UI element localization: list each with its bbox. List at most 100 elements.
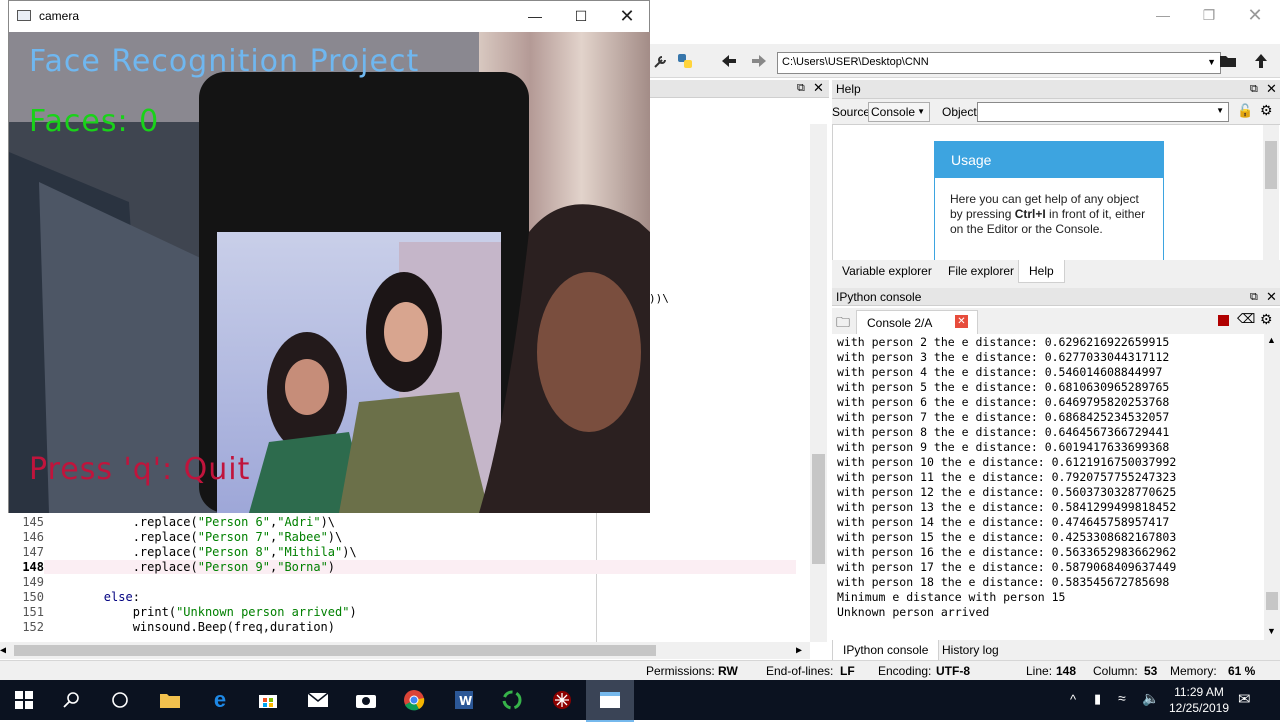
- console-line: with person 15 the e distance: 0.4253308…: [837, 530, 1177, 544]
- spyder-titlebar: — ❐ ✕: [649, 0, 1280, 32]
- console-tab[interactable]: Console 2/A ✕: [856, 310, 978, 334]
- help-vscrollbar[interactable]: [1263, 125, 1279, 261]
- volume-icon[interactable]: 🔈: [1142, 690, 1159, 707]
- wrench-icon[interactable]: [651, 52, 671, 70]
- chevron-down-icon: ▼: [1207, 57, 1216, 67]
- usage-box: Usage Here you can get help of any objec…: [934, 141, 1164, 265]
- source-select[interactable]: Console ▼: [868, 102, 930, 122]
- chrome-icon[interactable]: [390, 680, 438, 720]
- tab-ipython-console[interactable]: IPython console: [832, 640, 940, 661]
- camera-window-title: camera: [39, 9, 80, 23]
- object-input[interactable]: ▼: [977, 102, 1229, 122]
- scroll-down-icon[interactable]: ▼: [1267, 626, 1276, 636]
- cyclone-app-icon[interactable]: [488, 680, 536, 720]
- open-folder-icon[interactable]: [1219, 52, 1239, 70]
- console-line: with person 8 the e distance: 0.64645673…: [837, 425, 1170, 439]
- undock-icon[interactable]: ⧉: [1250, 80, 1258, 98]
- editor-vscroll-thumb[interactable]: [812, 454, 825, 564]
- close-icon[interactable]: ✕: [1232, 0, 1278, 30]
- close-pane-icon[interactable]: ✕: [1266, 80, 1277, 98]
- maximize-icon[interactable]: ☐: [558, 1, 604, 31]
- browse-tabs-icon[interactable]: 🗀: [836, 312, 850, 336]
- line-number: 150: [22, 590, 44, 604]
- eol-value: LF: [840, 664, 855, 678]
- console-bottom-tabs: IPython console History log: [832, 640, 1280, 661]
- minimize-icon[interactable]: —: [512, 1, 558, 31]
- overlay-quit-hint: Press 'q': Quit: [29, 452, 251, 487]
- window-icon: [17, 10, 31, 21]
- windows-start-icon[interactable]: [0, 680, 48, 720]
- cortana-icon[interactable]: [96, 680, 144, 720]
- battery-icon[interactable]: ▮: [1094, 691, 1101, 707]
- python-icon[interactable]: [675, 52, 695, 70]
- lock-icon[interactable]: 🔓: [1237, 103, 1253, 119]
- code-line: .replace("Person 9","Borna"): [132, 560, 336, 574]
- gear-icon[interactable]: ⚙: [1260, 311, 1273, 328]
- opencv-window-icon[interactable]: [586, 680, 634, 722]
- spyder-toolbar: C:\Users\USER\Desktop\CNN ▼: [649, 44, 1280, 78]
- close-tab-icon[interactable]: ✕: [955, 315, 968, 328]
- parent-dir-arrow-icon[interactable]: [1251, 52, 1271, 70]
- source-label: Source: [832, 105, 871, 119]
- show-hidden-icons-icon[interactable]: ^: [1070, 692, 1076, 707]
- tab-help[interactable]: Help: [1018, 260, 1065, 283]
- file-explorer-icon[interactable]: [146, 680, 194, 720]
- wifi-icon[interactable]: ≈: [1118, 690, 1126, 706]
- store-icon[interactable]: [244, 680, 292, 720]
- camera-titlebar: camera — ☐ ✕: [9, 1, 649, 31]
- mail-icon[interactable]: [294, 680, 342, 720]
- status-bar: Permissions: RW End-of-lines: LF Encodin…: [0, 660, 1280, 680]
- encoding-label: Encoding:: [878, 664, 932, 678]
- console-vscrollbar[interactable]: ▲ ▼: [1264, 334, 1280, 640]
- eraser-icon[interactable]: ⌫: [1237, 311, 1255, 327]
- working-directory-combo[interactable]: C:\Users\USER\Desktop\CNN ▼: [777, 52, 1221, 74]
- undock-icon[interactable]: ⧉: [797, 82, 805, 95]
- edge-browser-icon[interactable]: e: [196, 680, 244, 720]
- encoding-value: UTF-8: [936, 664, 970, 678]
- console-line: with person 17 the e distance: 0.5879068…: [837, 560, 1177, 574]
- restore-icon[interactable]: ❐: [1186, 0, 1232, 30]
- line-number: 152: [22, 620, 44, 634]
- editor-vscrollbar[interactable]: [810, 124, 827, 642]
- gear-icon[interactable]: ⚙: [1260, 102, 1273, 119]
- clock-time: 11:29 AM: [1174, 685, 1224, 699]
- scroll-left-icon[interactable]: ◀: [0, 645, 6, 656]
- windows-taskbar: e W ^ ▮ ≈ 🔈 11:29 AM 12/25/2019 ✉: [0, 680, 1280, 722]
- word-icon[interactable]: W: [440, 680, 488, 720]
- spyder-app-icon[interactable]: [538, 680, 586, 720]
- camera-app-icon[interactable]: [342, 680, 390, 720]
- console-pane-title: IPython console ⧉ ✕: [832, 288, 1280, 306]
- svg-text:W: W: [459, 694, 472, 708]
- search-icon[interactable]: [48, 680, 96, 720]
- help-vscroll-thumb[interactable]: [1265, 141, 1277, 189]
- scroll-right-icon[interactable]: ▶: [796, 645, 802, 656]
- editor-hscroll-thumb[interactable]: [14, 645, 656, 656]
- camera-frame: Face Recognition Project Faces: 0 Press …: [9, 32, 650, 513]
- console-line: with person 11 the e distance: 0.7920757…: [837, 470, 1177, 484]
- undock-icon[interactable]: ⧉: [1250, 288, 1258, 306]
- chevron-down-icon: ▼: [1216, 106, 1224, 115]
- column-value: 53: [1144, 664, 1158, 678]
- stop-icon[interactable]: [1218, 315, 1229, 326]
- console-vscroll-thumb[interactable]: [1266, 592, 1278, 610]
- editor-hscrollbar[interactable]: ◀ ▶: [0, 642, 810, 659]
- tab-variable-explorer[interactable]: Variable explorer: [832, 260, 942, 282]
- code-line: .replace("Person 8","Mithila")\: [132, 545, 357, 559]
- memory-label: Memory:: [1170, 664, 1217, 678]
- line-number: 148: [22, 560, 44, 574]
- clock[interactable]: 11:29 AM 12/25/2019: [1164, 684, 1234, 716]
- tab-file-explorer[interactable]: File explorer: [938, 260, 1024, 282]
- help-toolbar: Source Console ▼ Object ▼ 🔓 ⚙: [832, 100, 1280, 124]
- back-arrow-icon[interactable]: [719, 52, 739, 70]
- close-pane-icon[interactable]: ✕: [813, 80, 824, 96]
- scroll-up-icon[interactable]: ▲: [1267, 335, 1276, 345]
- close-pane-icon[interactable]: ✕: [1266, 288, 1277, 306]
- minimize-icon[interactable]: —: [1140, 0, 1186, 30]
- console-output[interactable]: with person 2 the e distance: 0.62962169…: [833, 334, 1265, 640]
- chevron-down-icon: ▼: [917, 107, 925, 116]
- forward-arrow-icon[interactable]: [749, 52, 769, 70]
- code-line: else:: [103, 590, 140, 604]
- close-icon[interactable]: ✕: [604, 1, 650, 31]
- notifications-icon[interactable]: ✉: [1238, 690, 1251, 708]
- tab-history-log[interactable]: History log: [932, 640, 1009, 660]
